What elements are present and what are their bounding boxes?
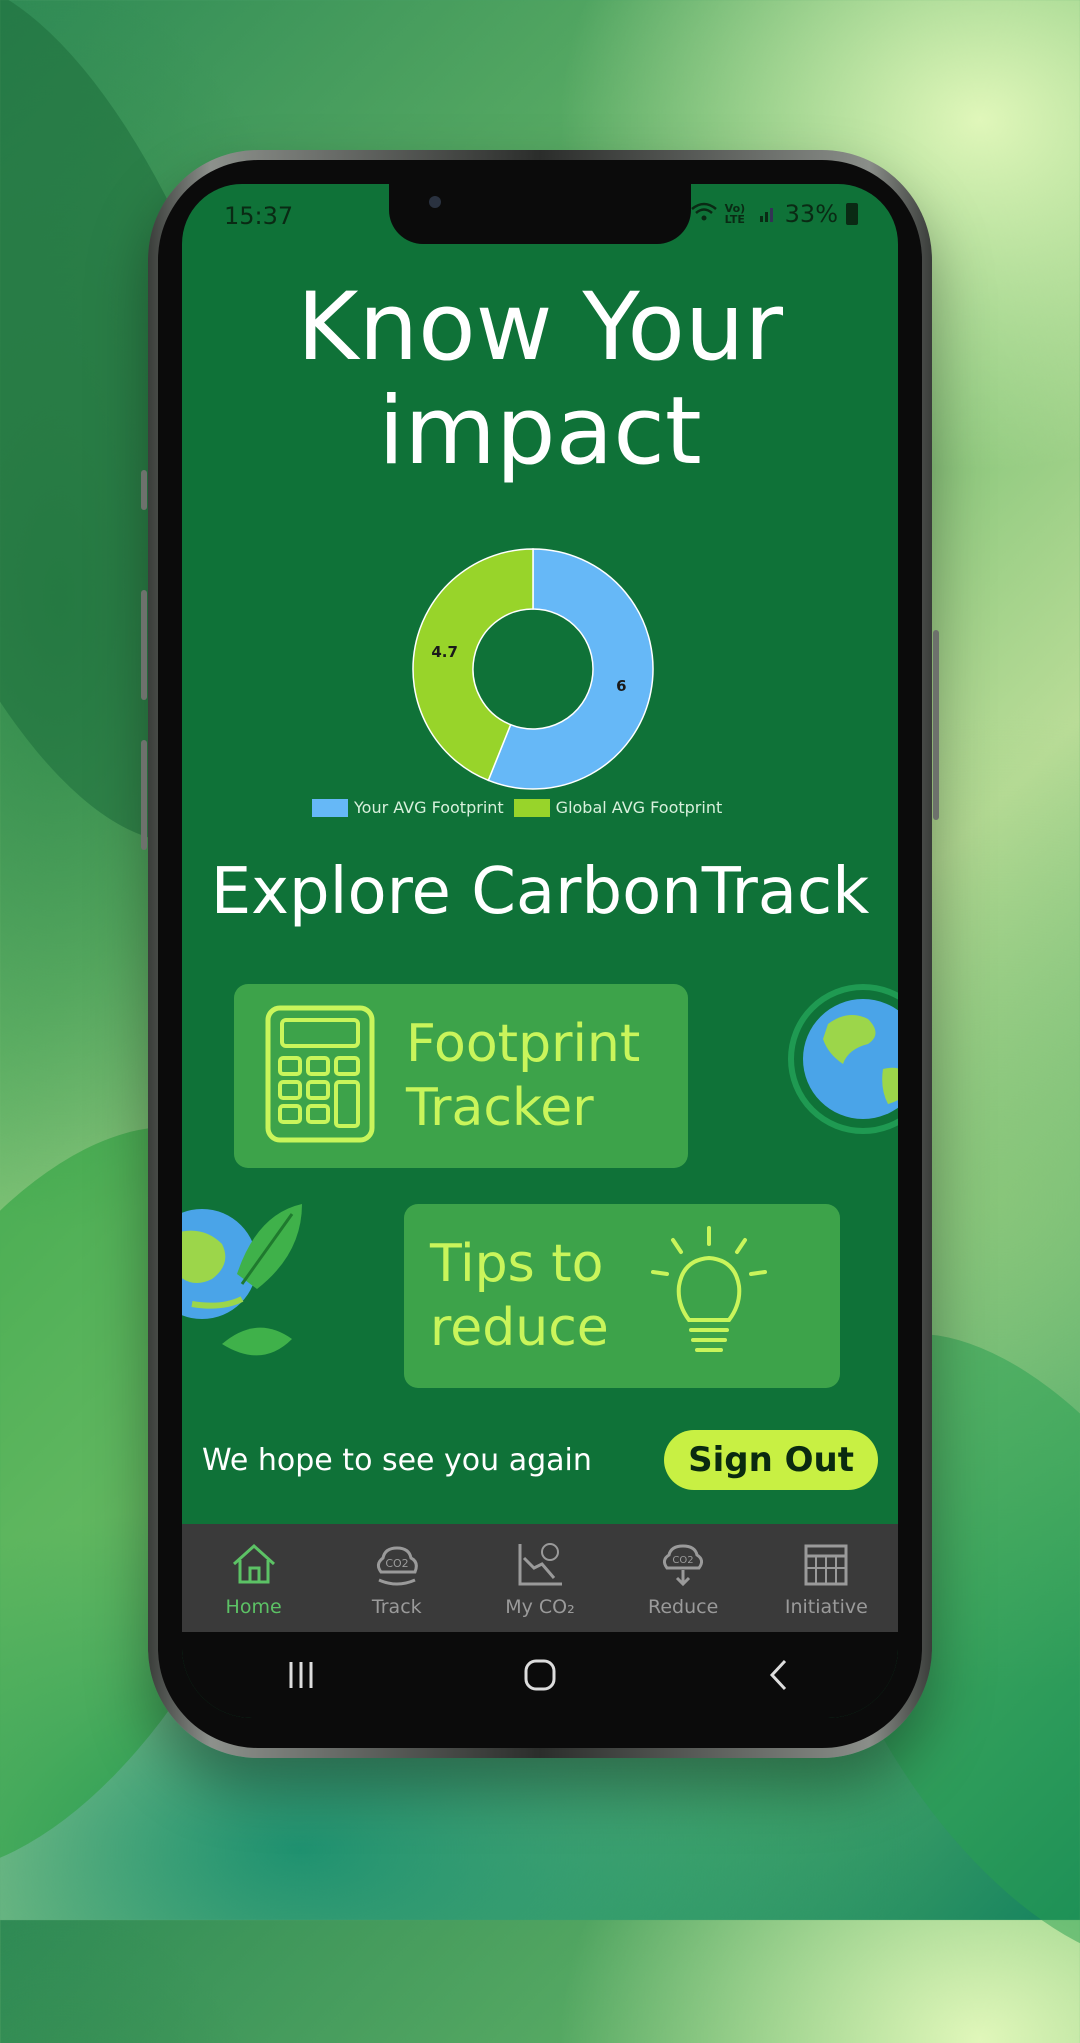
tab-home-label: Home — [225, 1596, 282, 1618]
tab-reduce[interactable]: CO2 Reduce — [613, 1524, 753, 1618]
calculator-icon — [264, 1004, 376, 1148]
tab-track[interactable]: CO2 Track — [327, 1524, 467, 1618]
svg-text:CO2: CO2 — [385, 1557, 408, 1570]
page-title-line1: Know Your — [296, 273, 784, 382]
recent-apps-icon — [289, 1662, 313, 1688]
sign-out-button[interactable]: Sign Out — [664, 1430, 878, 1490]
co2-cloud-icon: CO2 — [376, 1546, 418, 1586]
explore-title: Explore CarbonTrack — [210, 855, 870, 929]
tab-my-co2[interactable]: My CO₂ — [470, 1524, 610, 1618]
legend-label-your: Your AVG Footprint — [354, 798, 504, 817]
tips-to-reduce-line2: reduce — [430, 1298, 609, 1358]
footprint-tracker-card[interactable]: Footprint Tracker — [234, 984, 688, 1168]
signal-bars-icon — [759, 200, 777, 228]
tips-to-reduce-card[interactable]: Tips to reduce — [404, 1204, 840, 1388]
signout-row: We hope to see you again Sign Out — [202, 1430, 878, 1490]
battery-percent: 33% — [784, 200, 838, 228]
page-title: Know Your impact — [182, 276, 898, 484]
camera-icon — [429, 196, 441, 208]
recent-apps-button[interactable] — [271, 1645, 331, 1705]
tab-track-label: Track — [371, 1596, 422, 1618]
bottom-tab-bar: Home CO2 Track My CO₂ CO2 Reduce Initiat… — [182, 1524, 898, 1632]
legend-swatch-your — [312, 798, 348, 817]
co2-reduce-icon: CO2 — [663, 1544, 704, 1587]
tips-to-reduce-label: Tips to reduce — [430, 1232, 609, 1360]
back-chevron-icon — [769, 1659, 786, 1691]
tab-initiative[interactable]: Initiative — [756, 1524, 896, 1618]
calendar-icon — [804, 1544, 848, 1586]
chart-legend: Your AVG Footprint Global AVG Footprint — [312, 798, 722, 817]
status-icons: Vo) LTE 33% — [690, 200, 858, 228]
back-nav-button[interactable] — [749, 1645, 809, 1705]
status-time: 15:37 — [224, 202, 294, 230]
camera-notch — [389, 184, 691, 244]
footprint-tracker-label: Footprint Tracker — [406, 1012, 640, 1140]
home-nav-button[interactable] — [510, 1645, 570, 1705]
legend-label-global: Global AVG Footprint — [555, 798, 723, 817]
battery-icon — [846, 203, 858, 225]
svg-text:CO2: CO2 — [673, 1555, 694, 1566]
tab-reduce-label: Reduce — [648, 1596, 719, 1618]
donut-label-global: 4.7 — [431, 643, 458, 661]
footprint-donut-chart: 64.7 — [412, 548, 654, 790]
volume-button — [141, 740, 147, 850]
tab-home[interactable]: Home — [184, 1524, 324, 1618]
lightbulb-icon — [649, 1224, 769, 1368]
donut-label-your: 6 — [616, 677, 626, 695]
farewell-message: We hope to see you again — [202, 1442, 592, 1478]
tips-to-reduce-line1: Tips to — [430, 1234, 604, 1294]
legend-item-your[interactable]: Your AVG Footprint — [312, 798, 504, 817]
legend-item-global[interactable]: Global AVG Footprint — [513, 798, 723, 817]
footprint-tracker-line2: Tracker — [406, 1078, 594, 1138]
volume-button — [141, 590, 147, 700]
tab-my-co2-label: My CO₂ — [505, 1596, 575, 1618]
page-title-line2: impact — [378, 377, 702, 486]
earth-icon — [788, 984, 898, 1134]
system-nav-bar — [182, 1632, 898, 1718]
wifi-icon — [690, 200, 717, 228]
app-screen: 15:37 Vo) LTE 33% Know Your impact 6 4.7 … — [182, 184, 898, 1718]
volume-button — [141, 470, 147, 510]
power-button — [933, 630, 939, 820]
legend-swatch-global — [513, 798, 550, 817]
earth-leaves-icon — [182, 1194, 312, 1374]
co2-chart-icon — [518, 1543, 562, 1586]
home-circle-icon — [524, 1659, 556, 1691]
home-icon — [232, 1543, 275, 1584]
signal-label: Vo) LTE — [724, 202, 746, 226]
tab-initiative-label: Initiative — [784, 1596, 868, 1618]
footprint-tracker-line1: Footprint — [406, 1014, 641, 1074]
